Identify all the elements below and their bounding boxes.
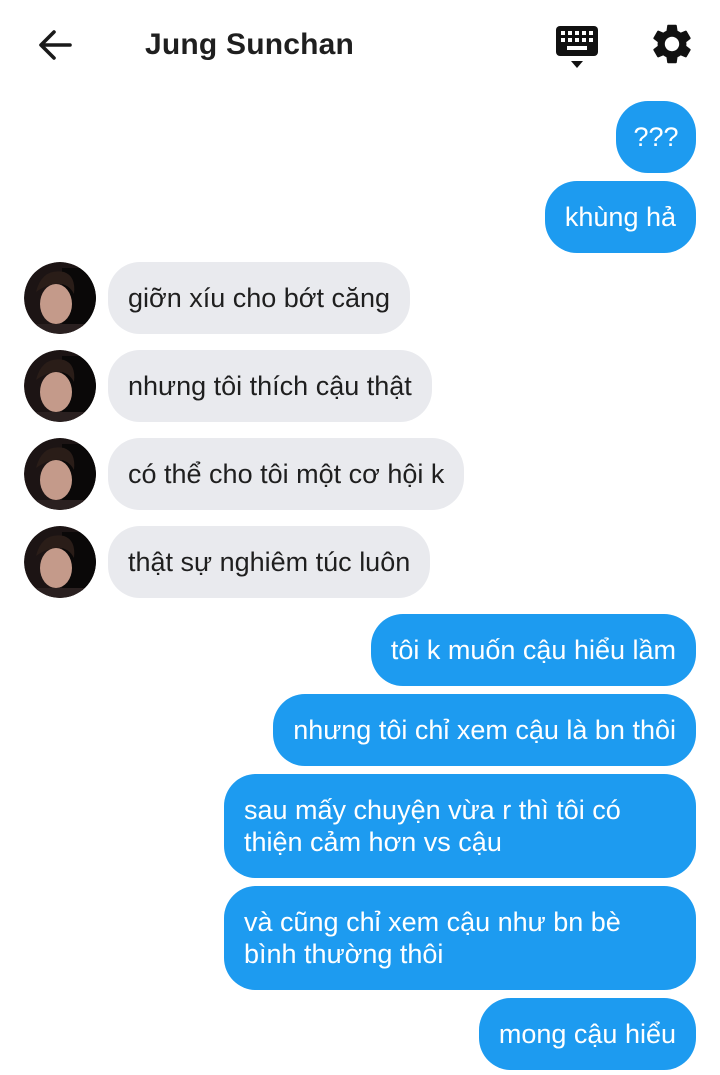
settings-button[interactable]: [648, 20, 696, 68]
contact-avatar[interactable]: [24, 526, 96, 598]
message-bubble-outgoing[interactable]: và cũng chỉ xem cậu như bn bè bình thườn…: [224, 886, 696, 990]
avatar-photo: [24, 350, 96, 422]
message-text: nhưng tôi thích cậu thật: [128, 371, 412, 401]
message-bubble-outgoing[interactable]: mong cậu hiểu: [478, 998, 696, 1070]
message-text: mong cậu hiểu: [498, 1019, 676, 1049]
message-bubble-incoming[interactable]: có thể cho tôi một cơ hội k: [108, 438, 465, 510]
message-text: và cũng chỉ xem cậu như bn bè bình thườn…: [244, 907, 621, 969]
avatar-photo: [24, 526, 96, 598]
gear-icon: [653, 24, 691, 64]
contact-avatar[interactable]: [24, 262, 96, 334]
message-bubble-incoming[interactable]: giỡn xíu cho bớt căng: [108, 262, 411, 334]
message-text: nhưng tôi chỉ xem cậu là bn thôi: [293, 715, 676, 745]
keyboard-icon: [556, 26, 598, 68]
message-text: thật sự nghiêm túc luôn: [128, 547, 411, 577]
message-bubble-incoming[interactable]: thật sự nghiêm túc luôn: [108, 526, 431, 598]
message-text: giỡn xíu cho bớt căng: [128, 283, 391, 313]
message-text: sau mấy chuyện vừa r thì tôi có thiện cả…: [244, 795, 621, 857]
message-text: ???: [633, 122, 679, 152]
message-bubble-outgoing[interactable]: tôi k muốn cậu hiểu lầm: [370, 614, 696, 686]
message-text: có thể cho tôi một cơ hội k: [128, 459, 445, 489]
message-bubble-outgoing[interactable]: khùng hả: [544, 181, 696, 253]
message-bubble-outgoing[interactable]: sau mấy chuyện vừa r thì tôi có thiện cả…: [224, 774, 696, 878]
message-text: khùng hả: [564, 202, 676, 232]
message-bubble-incoming[interactable]: nhưng tôi thích cậu thật: [108, 350, 432, 422]
back-button[interactable]: [34, 25, 78, 65]
message-bubble-outgoing[interactable]: nhưng tôi chỉ xem cậu là bn thôi: [273, 694, 696, 766]
keyboard-button[interactable]: [553, 24, 601, 70]
arrow-left-icon: [39, 30, 72, 60]
message-text: tôi k muốn cậu hiểu lầm: [390, 635, 676, 665]
contact-avatar[interactable]: [24, 438, 96, 510]
contact-name: Jung Sunchan: [145, 28, 355, 61]
contact-avatar[interactable]: [24, 350, 96, 422]
avatar-photo: [24, 438, 96, 510]
avatar-photo: [24, 262, 96, 334]
chat-header: Jung Sunchan: [0, 0, 720, 90]
message-bubble-outgoing[interactable]: ???: [616, 101, 696, 173]
